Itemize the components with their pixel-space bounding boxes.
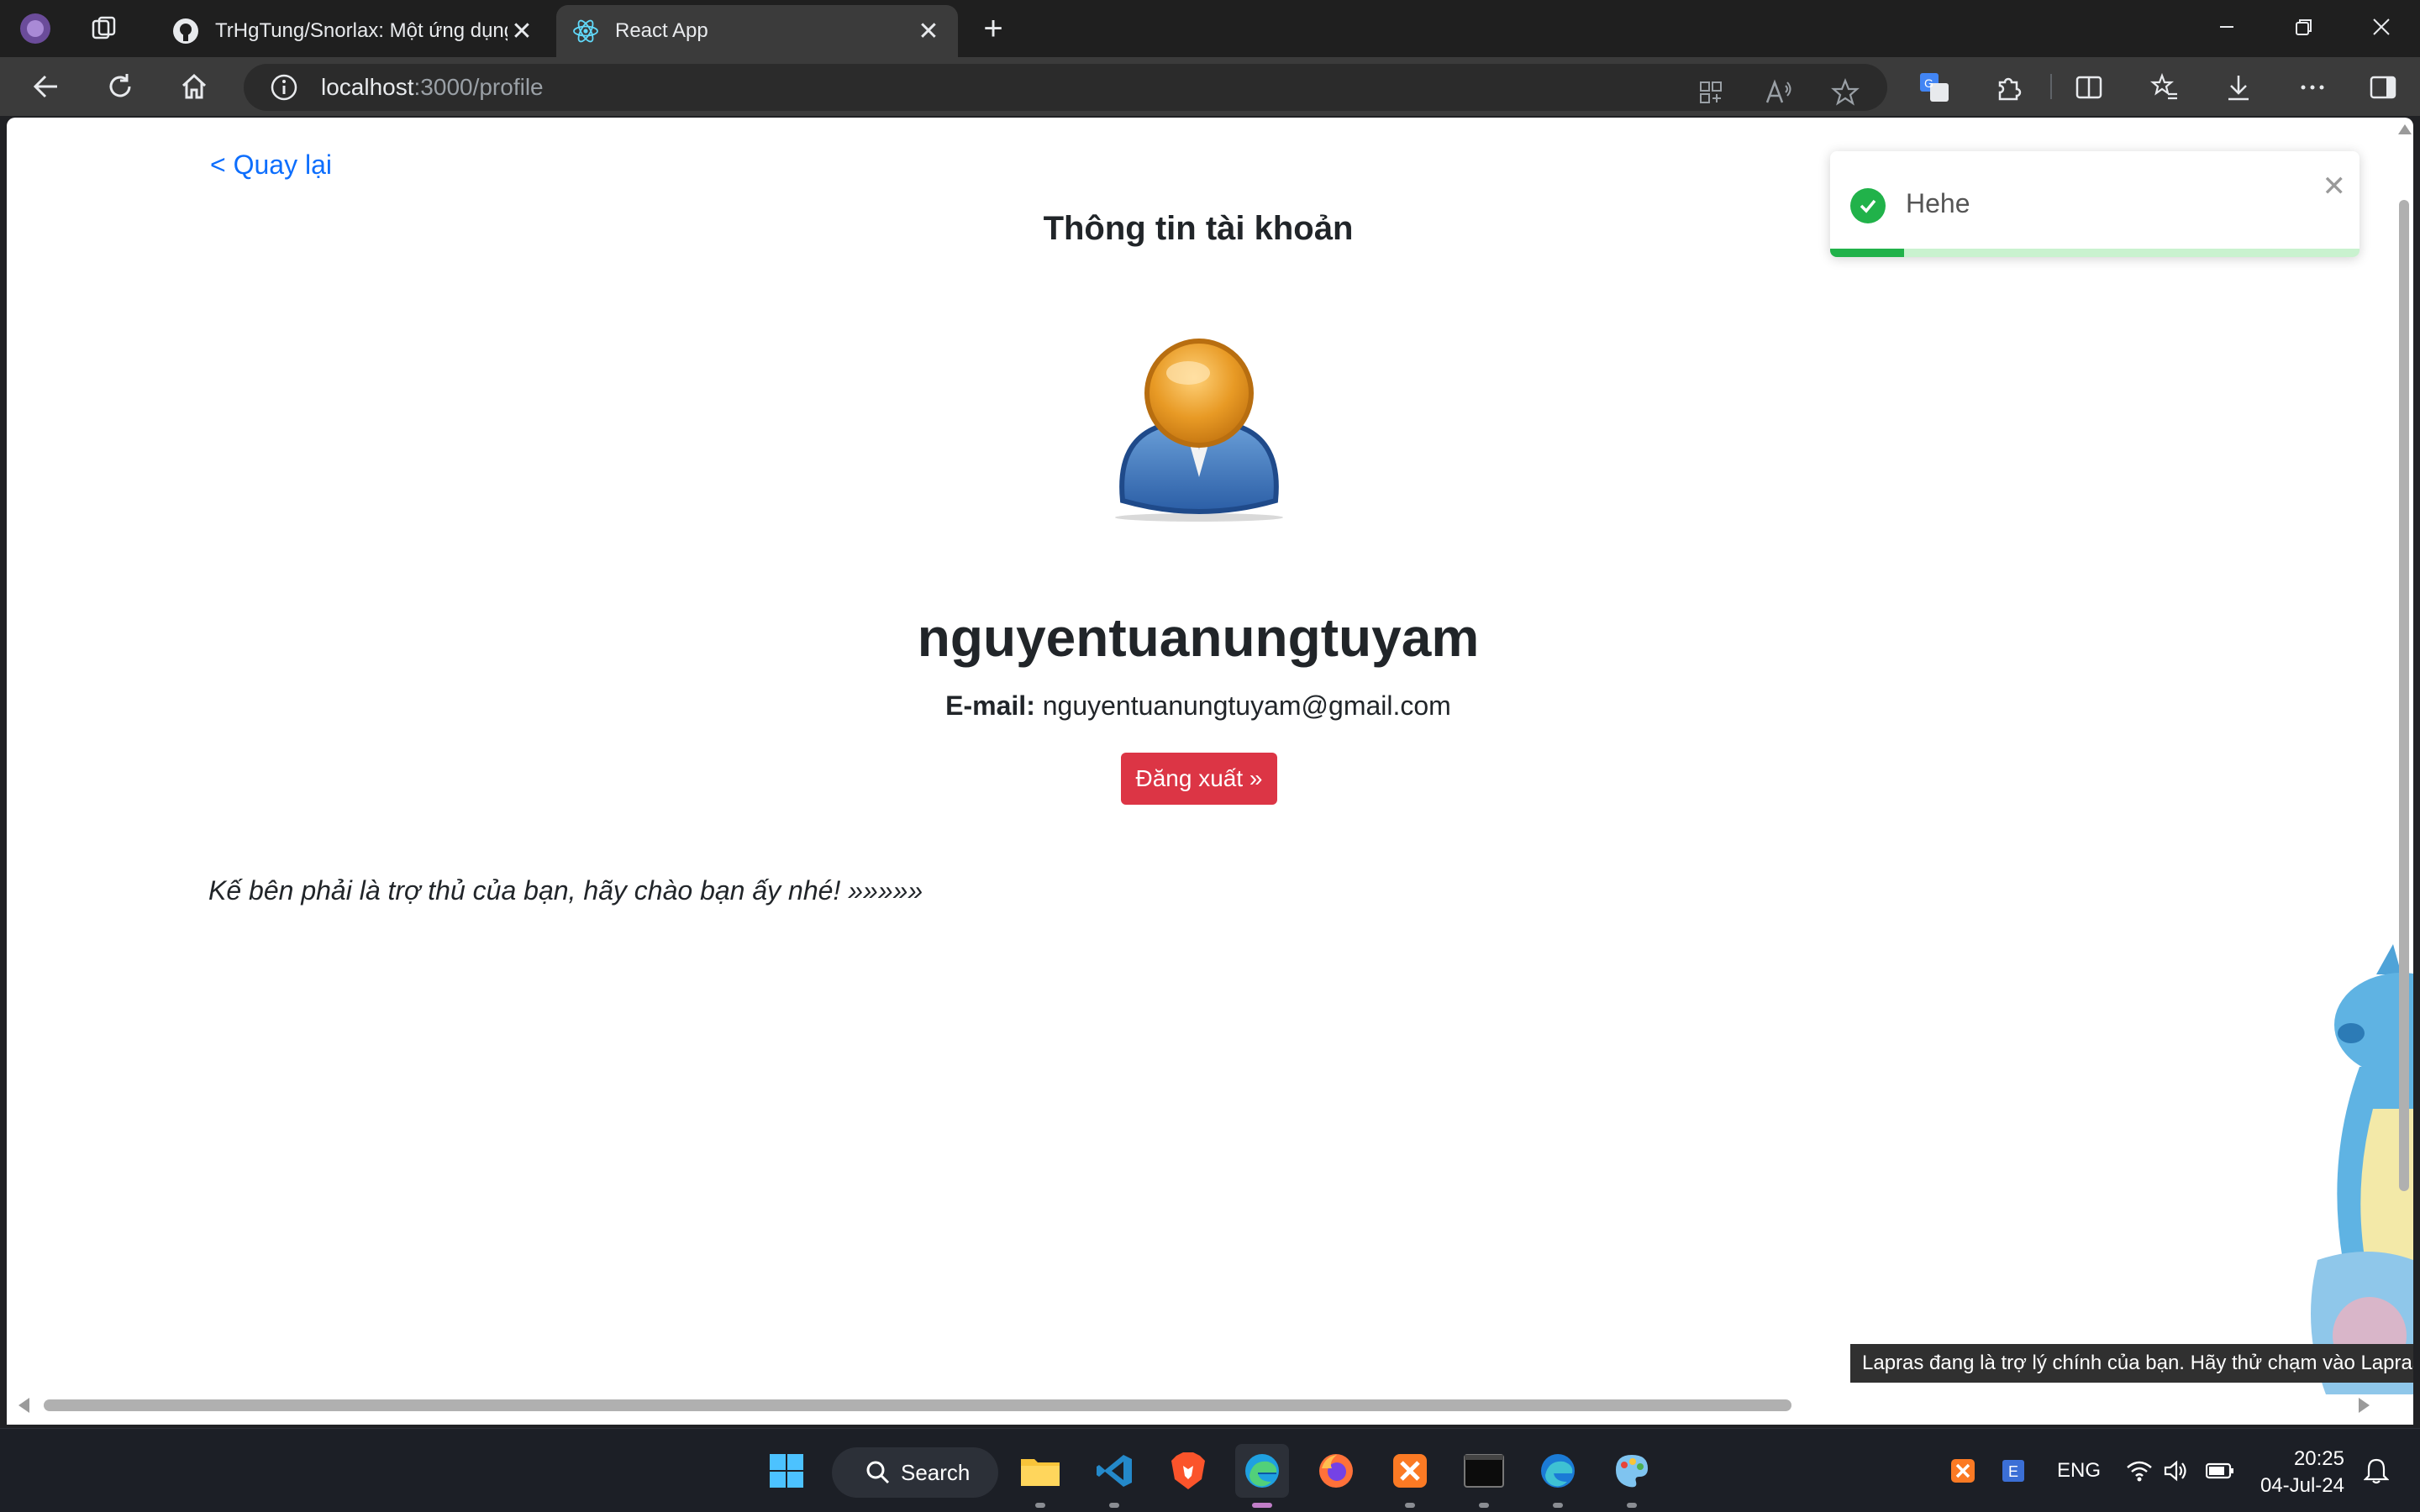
success-check-icon bbox=[1850, 188, 1886, 223]
language-indicator[interactable]: ENG bbox=[2052, 1454, 2106, 1488]
profile-avatar-icon[interactable] bbox=[15, 8, 55, 49]
react-icon bbox=[571, 17, 600, 45]
site-info-icon[interactable] bbox=[267, 71, 301, 104]
clock-date: 04-Jul-24 bbox=[2260, 1474, 2344, 1497]
favorites-list-icon[interactable] bbox=[2144, 67, 2185, 108]
email-value: nguyentuanungtuyam@gmail.com bbox=[1042, 690, 1451, 721]
xampp-tray-icon[interactable] bbox=[1946, 1454, 1980, 1488]
email-label: E-mail: bbox=[945, 690, 1035, 721]
tab-react-app[interactable]: React App ✕ bbox=[556, 5, 958, 57]
edge-icon[interactable] bbox=[1235, 1444, 1289, 1508]
clock-time: 20:25 bbox=[2293, 1447, 2344, 1470]
translate-icon[interactable]: G bbox=[1914, 67, 1954, 108]
extensions-icon[interactable] bbox=[1988, 67, 2028, 108]
firefox-icon[interactable] bbox=[1309, 1444, 1363, 1498]
home-icon[interactable] bbox=[175, 67, 213, 106]
running-indicator bbox=[1553, 1503, 1563, 1508]
read-aloud-icon[interactable] bbox=[1761, 76, 1795, 109]
restore-icon[interactable] bbox=[2265, 0, 2343, 54]
taskbar-search[interactable]: Search bbox=[832, 1447, 998, 1498]
tab-title: React App bbox=[615, 19, 708, 42]
windows-taskbar: Search E ENG 20:25 04-Jul-24 bbox=[0, 1428, 2420, 1512]
url-host: localhost bbox=[321, 74, 414, 100]
toast-close-icon[interactable]: ✕ bbox=[2323, 170, 2347, 203]
running-indicator bbox=[1035, 1503, 1045, 1508]
back-arrow-icon[interactable] bbox=[27, 67, 66, 106]
search-icon bbox=[866, 1461, 890, 1484]
battery-icon[interactable] bbox=[2203, 1454, 2237, 1488]
svg-text:E: E bbox=[2008, 1463, 2018, 1480]
close-window-icon[interactable] bbox=[2343, 0, 2420, 54]
favorite-star-icon[interactable] bbox=[1828, 76, 1862, 109]
assistant-note: Kế bên phải là trợ thủ của bạn, hãy chào… bbox=[208, 875, 923, 906]
url-text: localhost:3000/profile bbox=[321, 74, 544, 101]
user-avatar bbox=[1104, 333, 1294, 522]
tab-close-icon[interactable]: ✕ bbox=[914, 17, 943, 45]
mascot-tooltip: Lapras đang là trợ lý chính của bạn. Hãy… bbox=[1850, 1344, 2413, 1383]
app-available-icon[interactable] bbox=[1694, 76, 1728, 109]
vertical-scroll-thumb[interactable] bbox=[2399, 200, 2409, 1191]
downloads-icon[interactable] bbox=[2218, 67, 2259, 108]
url-path: :3000/profile bbox=[413, 74, 544, 100]
notifications-icon[interactable] bbox=[2360, 1454, 2393, 1488]
minimize-icon[interactable] bbox=[2188, 0, 2265, 54]
page-viewport: < Quay lại Thông tin tài khoản nguyentua… bbox=[7, 118, 2413, 1425]
system-clock[interactable]: 20:25 04-Jul-24 bbox=[2252, 1446, 2344, 1499]
running-indicator bbox=[1479, 1503, 1489, 1508]
tab-close-icon[interactable]: ✕ bbox=[508, 17, 536, 45]
edge-dev-icon[interactable] bbox=[1531, 1444, 1585, 1508]
running-indicator bbox=[1627, 1503, 1637, 1508]
paint-icon[interactable] bbox=[1605, 1444, 1659, 1508]
scroll-right-icon[interactable] bbox=[2359, 1398, 2370, 1413]
scroll-left-icon[interactable] bbox=[18, 1398, 29, 1413]
new-tab-button[interactable]: + bbox=[973, 8, 1013, 49]
horizontal-scrollbar[interactable] bbox=[7, 1393, 2395, 1418]
volume-icon[interactable] bbox=[2160, 1454, 2193, 1488]
terminal-icon[interactable] bbox=[1457, 1444, 1511, 1508]
refresh-icon[interactable] bbox=[101, 67, 139, 106]
username-heading: nguyentuanungtuyam bbox=[917, 607, 1480, 668]
svg-text:G: G bbox=[1924, 76, 1933, 90]
github-icon bbox=[171, 17, 200, 45]
active-indicator bbox=[1252, 1503, 1272, 1508]
back-link[interactable]: < Quay lại bbox=[210, 150, 332, 181]
more-menu-icon[interactable] bbox=[2292, 67, 2333, 108]
address-bar[interactable]: localhost:3000/profile bbox=[244, 64, 1887, 111]
brave-icon[interactable] bbox=[1161, 1444, 1215, 1498]
split-screen-icon[interactable] bbox=[2069, 67, 2109, 108]
running-indicator bbox=[1109, 1503, 1119, 1508]
toast-notification[interactable]: Hehe ✕ bbox=[1830, 151, 2360, 257]
scroll-up-icon[interactable] bbox=[2398, 124, 2412, 134]
file-explorer-icon[interactable] bbox=[1013, 1444, 1067, 1508]
search-label: Search bbox=[901, 1459, 971, 1485]
workspaces-icon[interactable] bbox=[84, 8, 124, 49]
wifi-icon[interactable] bbox=[2123, 1454, 2156, 1488]
toast-progress-bar bbox=[1830, 249, 1905, 257]
browser-tab-bar: TrHgTung/Snorlax: Một ứng dụng ✕ React A… bbox=[0, 0, 2420, 57]
toast-message: Hehe bbox=[1906, 188, 1970, 218]
xampp-icon[interactable] bbox=[1383, 1444, 1437, 1508]
vscode-icon[interactable] bbox=[1087, 1444, 1141, 1508]
tab-title: TrHgTung/Snorlax: Một ứng dụng bbox=[215, 19, 508, 42]
horizontal-scroll-thumb[interactable] bbox=[44, 1399, 1791, 1411]
ime-tray-icon[interactable]: E bbox=[1996, 1454, 2030, 1488]
toast-progress-track bbox=[1830, 249, 2360, 257]
email-line: E-mail: nguyentuanungtuyam@gmail.com bbox=[7, 690, 2390, 722]
sidebar-toggle-icon[interactable] bbox=[2363, 67, 2403, 108]
running-indicator bbox=[1405, 1503, 1415, 1508]
vertical-scrollbar[interactable] bbox=[2395, 118, 2413, 1386]
tab-github[interactable]: TrHgTung/Snorlax: Một ứng dụng ✕ bbox=[156, 5, 551, 57]
browser-toolbar: localhost:3000/profile G bbox=[0, 57, 2420, 116]
start-windows-icon[interactable] bbox=[760, 1444, 813, 1498]
logout-button[interactable]: Đăng xuất » bbox=[1121, 753, 1277, 805]
